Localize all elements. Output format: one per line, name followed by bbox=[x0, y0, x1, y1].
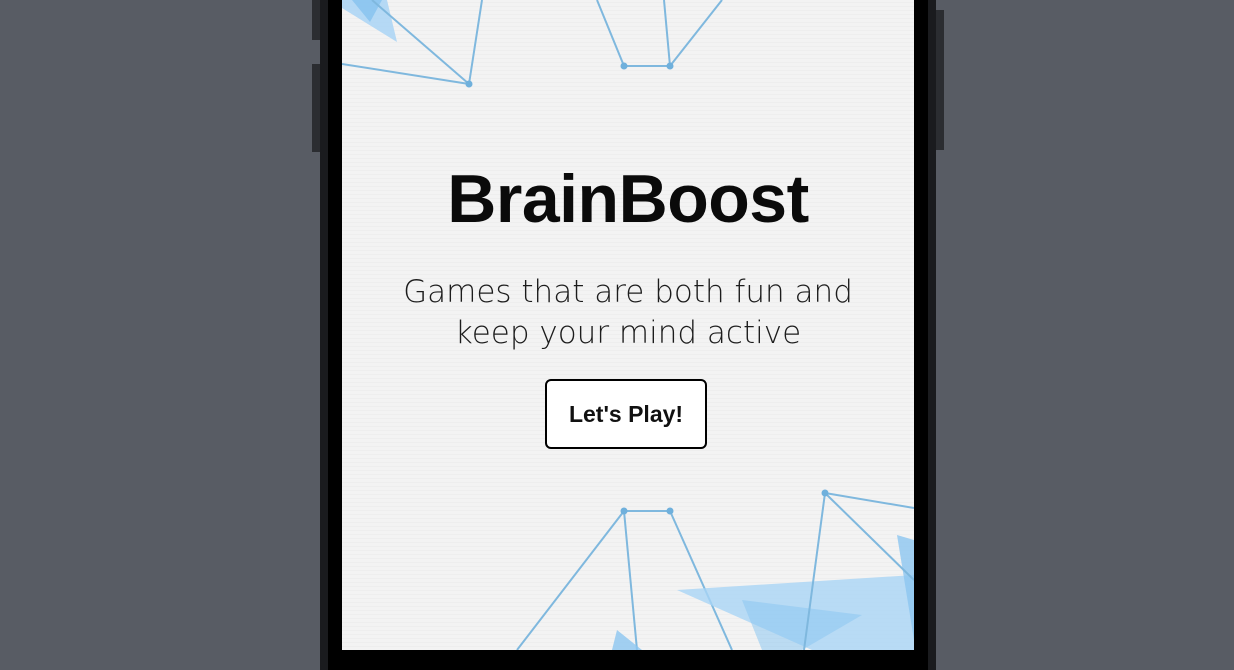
volume-up-button bbox=[312, 0, 320, 40]
app-screen: BrainBoost Games that are both fun and k… bbox=[342, 0, 914, 650]
power-button bbox=[936, 10, 944, 150]
node-top-center-2 bbox=[666, 62, 674, 70]
node-bottom-center-1 bbox=[620, 507, 628, 515]
node-bottom-center-2 bbox=[666, 507, 674, 515]
lines-bottom-center bbox=[516, 510, 733, 650]
lines-top-center bbox=[596, 0, 723, 67]
app-title: BrainBoost bbox=[447, 161, 809, 237]
node-top-center-1 bbox=[620, 62, 628, 70]
node-bottom-right bbox=[821, 489, 829, 497]
volume-down-button bbox=[312, 64, 320, 152]
shard-bottom-small bbox=[612, 630, 642, 650]
node-top-left bbox=[465, 80, 473, 88]
lets-play-button[interactable]: Let's Play! bbox=[545, 379, 707, 449]
app-subtitle: Games that are both fun and keep your mi… bbox=[403, 274, 853, 351]
